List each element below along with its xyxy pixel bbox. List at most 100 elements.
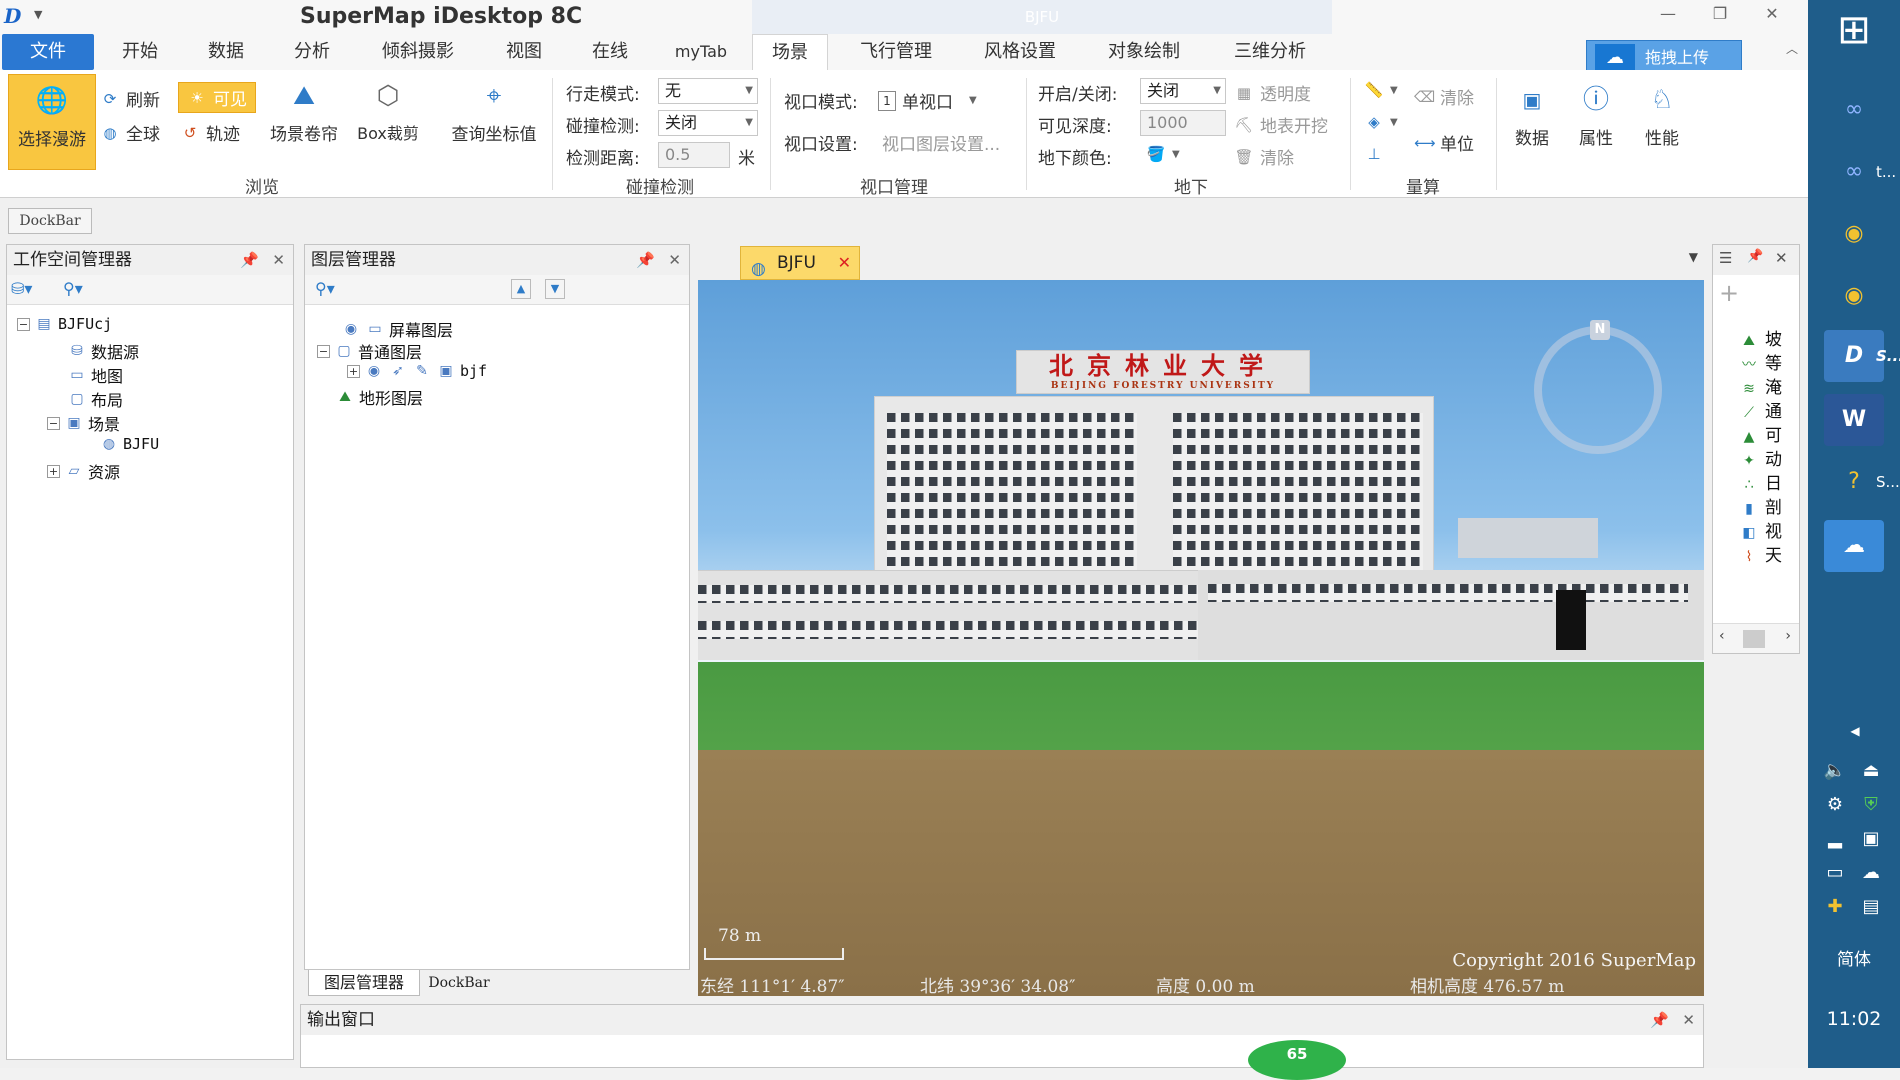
scene-tab-bjfu[interactable]: ◍ BJFU ✕	[740, 246, 860, 280]
scroll-left-icon[interactable]: ‹	[1719, 628, 1725, 644]
performance-button[interactable]: ♘ 性能	[1634, 80, 1690, 149]
tab-flight[interactable]: 飞行管理	[848, 34, 944, 70]
tool-skyline[interactable]: ⌇ 天	[1739, 541, 1782, 566]
move-down-icon[interactable]: ▼	[545, 279, 565, 299]
windows-start-icon[interactable]: ⊞	[1824, 4, 1884, 56]
collapse-icon[interactable]: −	[47, 416, 60, 430]
underground-color-picker[interactable]: 🪣 ▼	[1146, 144, 1180, 164]
minimize-button[interactable]: —	[1648, 4, 1688, 30]
tab-view[interactable]: 视图	[494, 34, 554, 70]
tree-item-scenes[interactable]: − ▣ 场景	[47, 411, 120, 435]
visible-button[interactable]: ☀ 可见	[178, 82, 256, 113]
chrome-2-icon[interactable]: ◉	[1824, 270, 1884, 322]
layer-item-normal[interactable]: − ▢ 普通图层	[317, 339, 422, 363]
tab-mytab[interactable]: myTab	[666, 34, 736, 70]
tab-scene[interactable]: 场景	[752, 34, 828, 70]
monitor-icon[interactable]: ▣	[1858, 826, 1884, 852]
tool-icon[interactable]: ⚙	[1822, 792, 1848, 818]
tool-flood[interactable]: ≋ 淹	[1739, 373, 1782, 398]
chrome-icon[interactable]: ◉	[1824, 208, 1884, 260]
tab-analysis[interactable]: 分析	[282, 34, 342, 70]
app-glasses-icon[interactable]: ∞	[1824, 84, 1884, 136]
collision-select[interactable]: 关闭 ▼	[658, 110, 758, 136]
compass-control[interactable]: N	[1534, 320, 1662, 454]
tab-style[interactable]: 风格设置	[972, 34, 1068, 70]
tool-view[interactable]: ◧ 视	[1739, 517, 1782, 542]
tree-item-layouts[interactable]: ▢ 布局	[67, 387, 123, 411]
tree-item-maps[interactable]: ▭ 地图	[67, 363, 123, 387]
globe-button[interactable]: ◍ 全球	[100, 120, 160, 146]
tab-draw[interactable]: 对象绘制	[1096, 34, 1192, 70]
layer-item-bjf[interactable]: + ◉ ➶ ✎ ▣ bjf	[347, 362, 487, 380]
eye-icon[interactable]: ◉	[364, 362, 384, 380]
workspace-open-icon[interactable]: ⛁▾	[11, 279, 32, 298]
usb-icon[interactable]: ⏏	[1858, 758, 1884, 784]
word-icon[interactable]: W	[1824, 394, 1884, 446]
viewport-mode-select[interactable]: 1 单视口 ▼	[878, 88, 977, 113]
onedrive-icon[interactable]: ☁	[1858, 860, 1884, 886]
measure-height-button[interactable]: ⊥	[1364, 144, 1384, 164]
selectable-arrow-icon[interactable]: ➶	[388, 362, 408, 380]
clipboard-icon[interactable]: ▤	[1858, 894, 1884, 920]
tab-list-dropdown-icon[interactable]: ▼	[1689, 250, 1698, 264]
close-button[interactable]: ✕	[1752, 4, 1792, 30]
display-icon[interactable]: ▭	[1822, 860, 1848, 886]
track-button[interactable]: ↺ 轨迹	[180, 120, 240, 146]
query-coord-button[interactable]: ⌖ 查询坐标值	[442, 76, 546, 145]
pin-icon[interactable]: 📌	[636, 245, 655, 275]
excavate-button[interactable]: ⛏ 地表开挖	[1234, 112, 1328, 138]
tab-start[interactable]: 开始	[110, 34, 170, 70]
eye-icon[interactable]: ◉	[341, 320, 361, 338]
tool-sunlight[interactable]: ∴ 日	[1739, 469, 1782, 494]
shield-icon[interactable]: ⛨	[1858, 792, 1884, 818]
scene-viewport[interactable]: 北京林业大学 BEIJING FORESTRY UNIVERSITY N 78 …	[698, 280, 1704, 996]
tab-file[interactable]: 文件	[2, 34, 94, 70]
quick-access-dropdown-icon[interactable]: ▼	[34, 8, 48, 22]
tab-dockbar[interactable]: DockBar	[424, 970, 494, 996]
tray-expand-icon[interactable]: ◀	[1842, 718, 1868, 744]
help-icon[interactable]: ? S...	[1824, 456, 1900, 508]
move-up-icon[interactable]: ▲	[511, 279, 531, 299]
pin-icon[interactable]: 📌	[240, 245, 259, 275]
close-tab-icon[interactable]: ✕	[838, 247, 851, 279]
clock[interactable]: 11:02	[1808, 1008, 1900, 1030]
measure-unit-button[interactable]: ⟷ 单位	[1414, 130, 1474, 156]
horizontal-scrollbar[interactable]: ‹ ›	[1713, 623, 1799, 653]
close-icon[interactable]: ✕	[668, 245, 681, 275]
volume-icon[interactable]: 🔈	[1822, 758, 1848, 784]
ime-indicator[interactable]: 简体	[1808, 945, 1900, 970]
tab-online[interactable]: 在线	[580, 34, 640, 70]
box-clip-button[interactable]: ⬡ Box裁剪	[350, 76, 426, 144]
app-glasses-2-icon[interactable]: ∞ t...	[1824, 146, 1896, 198]
close-icon[interactable]: ✕	[1682, 1005, 1695, 1035]
dockbar-tab[interactable]: DockBar	[8, 208, 92, 234]
measure-clear-button[interactable]: ⌫ 清除	[1414, 84, 1474, 110]
search-icon[interactable]: ⚲▾	[63, 279, 83, 298]
tool-sightline[interactable]: ⟋ 通	[1739, 397, 1782, 422]
tool-profile[interactable]: ▮ 剖	[1739, 493, 1782, 518]
restore-button[interactable]: ❐	[1700, 4, 1740, 30]
tab-data[interactable]: 数据	[196, 34, 256, 70]
measure-distance-button[interactable]: 📏 ▼	[1364, 80, 1398, 100]
layer-item-terrain[interactable]: ⛰ 地形图层	[335, 385, 423, 409]
walk-mode-select[interactable]: 无 ▼	[658, 78, 758, 104]
pin-icon[interactable]: 📌	[1650, 1005, 1669, 1035]
search-icon[interactable]: ⚲▾	[315, 279, 335, 298]
expand-icon[interactable]: +	[47, 464, 60, 478]
depth-input[interactable]: 1000	[1140, 110, 1226, 136]
plus-icon[interactable]: ✚	[1822, 894, 1848, 920]
scroll-right-icon[interactable]: ›	[1785, 628, 1791, 644]
tab-layer-manager[interactable]: 图层管理器	[308, 970, 420, 996]
collapse-ribbon-icon[interactable]: ︿	[1772, 40, 1812, 66]
tree-item-scene-bjfu[interactable]: ◍ BJFU	[99, 435, 159, 453]
measure-area-button[interactable]: ◈ ▼	[1364, 112, 1397, 132]
underground-toggle-select[interactable]: 关闭 ▼	[1140, 78, 1226, 104]
data-button[interactable]: ▣ 数据	[1504, 80, 1560, 149]
transparency-button[interactable]: ▦ 透明度	[1234, 80, 1311, 106]
app-logo-icon[interactable]: D	[4, 4, 26, 28]
properties-button[interactable]: ⓘ 属性	[1568, 80, 1624, 149]
tool-dynamic[interactable]: ✦ 动	[1739, 445, 1782, 470]
editable-pencil-icon[interactable]: ✎	[412, 362, 432, 380]
pin-icon[interactable]: 📌	[1747, 249, 1763, 264]
supermap-icon[interactable]: DS...	[1824, 330, 1900, 382]
